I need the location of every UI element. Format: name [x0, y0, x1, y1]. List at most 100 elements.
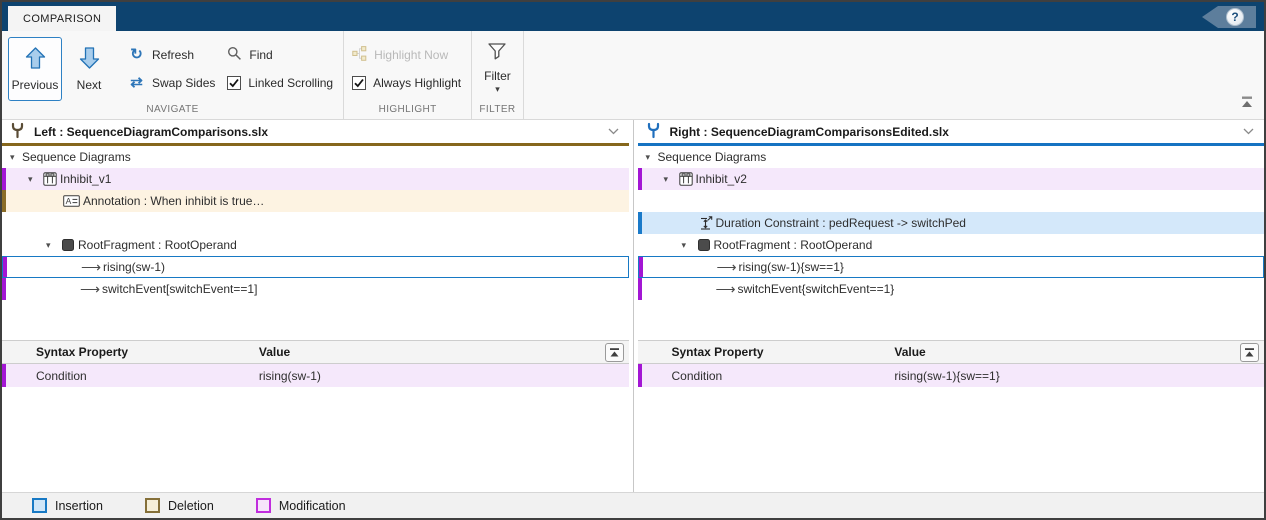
help-button[interactable]: ?	[1202, 6, 1256, 28]
tree-item-inhibit-v2[interactable]: ▾ Inhibit_v2	[638, 168, 1265, 190]
right-table-header: Syntax Property Value	[638, 340, 1265, 364]
find-button[interactable]: Find	[227, 45, 333, 65]
chevron-down-icon[interactable]	[1243, 128, 1254, 135]
filter-group: Filter ▾ FILTER	[472, 31, 524, 119]
modification-bar	[638, 278, 642, 300]
expander-icon[interactable]: ▾	[646, 152, 658, 163]
refresh-icon: ↻	[128, 47, 145, 62]
highlight-section-label: HIGHLIGHT	[344, 103, 471, 119]
previous-label: Previous	[12, 78, 59, 92]
modification-bar	[2, 278, 6, 300]
filter-icon	[486, 42, 508, 67]
branch-icon	[10, 122, 25, 142]
tree-item-inhibit-v1[interactable]: ▾ Inhibit_v1	[2, 168, 629, 190]
checkbox-checked-icon	[352, 76, 366, 90]
expander-icon[interactable]: ▾	[10, 152, 22, 163]
right-pane: Right : SequenceDiagramComparisonsEdited…	[638, 120, 1265, 492]
search-icon	[227, 46, 242, 64]
toolstrip-spacer	[524, 31, 1264, 119]
message-arrow-icon: ⟶	[716, 281, 738, 298]
tree-item-switchevent[interactable]: ⟶ switchEvent{switchEvent==1}	[638, 278, 1265, 300]
expander-icon[interactable]: ▾	[28, 174, 40, 185]
annotation-icon: A	[60, 195, 83, 207]
tree-item-switchevent[interactable]: ⟶ switchEvent[switchEvent==1]	[2, 278, 629, 300]
tree-item-rising[interactable]: ⟶ rising(sw-1)	[2, 256, 629, 278]
navigate-section-label: NAVIGATE	[2, 103, 343, 119]
modification-swatch	[256, 498, 271, 513]
left-tree: ▾ Sequence Diagrams ▾ Inhibit_v1	[2, 146, 629, 340]
table-row-condition[interactable]: Condition rising(sw-1){sw==1}	[638, 364, 1265, 387]
tree-empty-row	[638, 190, 1265, 212]
collapse-toolstrip-button[interactable]	[1240, 95, 1254, 113]
right-pane-header: Right : SequenceDiagramComparisonsEdited…	[638, 120, 1265, 146]
duration-constraint-icon	[696, 216, 716, 231]
refresh-button[interactable]: ↻ Refresh	[128, 45, 215, 65]
value-header: Value	[259, 345, 629, 359]
tree-item-rootfragment[interactable]: ▾ RootFragment : RootOperand	[638, 234, 1265, 256]
chevron-down-icon[interactable]	[608, 128, 619, 135]
linked-scrolling-label: Linked Scrolling	[248, 76, 333, 90]
collapse-pane-button[interactable]	[605, 343, 624, 362]
chevron-down-icon: ▾	[495, 85, 500, 94]
expander-icon[interactable]: ▾	[682, 240, 694, 251]
left-table-header: Syntax Property Value	[2, 340, 629, 364]
tab-comparison[interactable]: COMPARISON	[8, 6, 116, 31]
filter-button[interactable]: Filter ▾	[472, 31, 523, 103]
value-header: Value	[894, 345, 1264, 359]
toolstrip-tab-bar: COMPARISON ?	[2, 2, 1264, 31]
pane-divider[interactable]	[629, 120, 638, 492]
left-pane-title: Left : SequenceDiagramComparisons.slx	[34, 125, 268, 139]
modification-bar	[638, 168, 642, 190]
legend-modification: Modification	[256, 498, 346, 513]
refresh-label: Refresh	[152, 48, 194, 62]
insertion-swatch	[32, 498, 47, 513]
previous-button[interactable]: Previous	[8, 37, 62, 101]
collapse-pane-button[interactable]	[1240, 343, 1259, 362]
next-label: Next	[77, 78, 102, 92]
modification-bar	[2, 168, 6, 190]
modification-bar	[638, 364, 642, 387]
expander-icon[interactable]: ▾	[664, 174, 676, 185]
left-pane: Left : SequenceDiagramComparisons.slx ▾ …	[2, 120, 629, 492]
swap-sides-icon: ⇄	[128, 75, 145, 90]
right-tree: ▾ Sequence Diagrams ▾ Inhibit_v2	[638, 146, 1265, 340]
find-label: Find	[249, 48, 272, 62]
insertion-bar	[638, 212, 642, 234]
modification-bar	[2, 364, 6, 387]
highlight-now-button: Highlight Now	[352, 45, 461, 65]
swap-sides-button[interactable]: ⇄ Swap Sides	[128, 73, 215, 93]
highlight-now-icon	[352, 46, 367, 64]
tree-item-rootfragment[interactable]: ▾ RootFragment : RootOperand	[2, 234, 629, 256]
deletion-swatch	[145, 498, 160, 513]
always-highlight-label: Always Highlight	[373, 76, 461, 90]
expander-icon[interactable]: ▾	[46, 240, 58, 251]
highlight-now-label: Highlight Now	[374, 48, 448, 62]
legend-deletion: Deletion	[145, 498, 214, 513]
deletion-label: Deletion	[168, 499, 214, 513]
syntax-property-header: Syntax Property	[638, 345, 895, 359]
checkbox-checked-icon	[227, 76, 241, 90]
next-button[interactable]: Next	[62, 37, 116, 101]
tree-item-rising[interactable]: ⟶ rising(sw-1){sw==1}	[638, 256, 1265, 278]
message-arrow-icon: ⟶	[81, 259, 103, 276]
highlight-group: Highlight Now Always Highlight HIGHLIGHT	[344, 31, 472, 119]
filter-section-label: FILTER	[472, 103, 523, 119]
tree-empty-row	[2, 212, 629, 234]
table-row-condition[interactable]: Condition rising(sw-1)	[2, 364, 629, 387]
legend-bar: Insertion Deletion Modification	[2, 492, 1264, 518]
tree-item-annotation[interactable]: A Annotation : When inhibit is true…	[2, 190, 629, 212]
tree-item-sequence-diagrams[interactable]: ▾ Sequence Diagrams	[638, 146, 1265, 168]
filter-label: Filter	[484, 69, 511, 83]
modification-bar	[639, 257, 643, 277]
fragment-icon	[694, 239, 714, 251]
navigate-group: Previous Next ↻ Refresh ⇄ Swap Sides	[2, 31, 344, 119]
syntax-property-header: Syntax Property	[2, 345, 259, 359]
always-highlight-checkbox[interactable]: Always Highlight	[352, 73, 461, 93]
insertion-label: Insertion	[55, 499, 103, 513]
sequence-diagram-icon	[676, 172, 696, 186]
linked-scrolling-checkbox[interactable]: Linked Scrolling	[227, 73, 333, 93]
tree-item-sequence-diagrams[interactable]: ▾ Sequence Diagrams	[2, 146, 629, 168]
deletion-bar	[2, 190, 6, 212]
swap-sides-label: Swap Sides	[152, 76, 215, 90]
tree-item-duration-constraint[interactable]: Duration Constraint : pedRequest -> swit…	[638, 212, 1265, 234]
